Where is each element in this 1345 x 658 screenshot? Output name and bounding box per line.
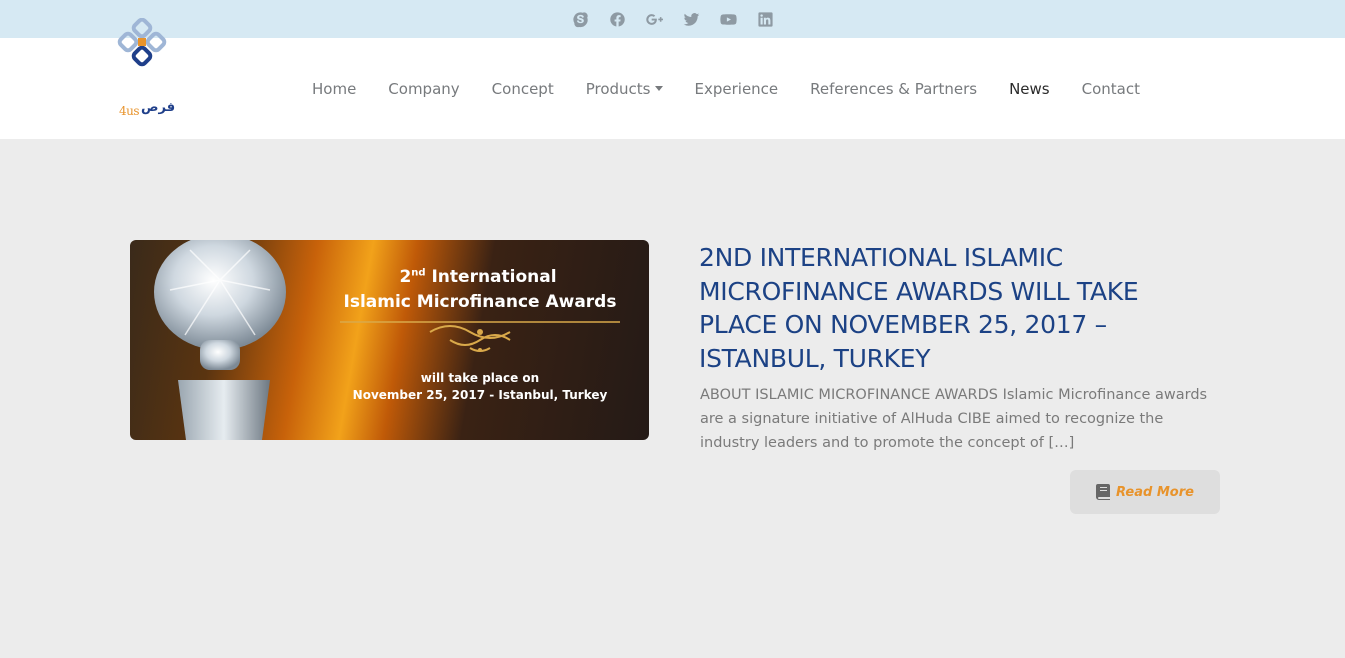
facebook-icon[interactable] <box>608 10 626 28</box>
skype-icon[interactable] <box>571 10 589 28</box>
logo-mark-icon <box>117 18 167 67</box>
google-plus-icon[interactable] <box>645 10 663 28</box>
caret-down-icon <box>654 86 663 91</box>
post-title[interactable]: 2nd International Islamic Microfinance A… <box>699 241 1219 375</box>
nav-item-experience[interactable]: Experience <box>679 80 795 98</box>
logo-text-arabic: فرص <box>141 100 176 115</box>
nav-item-products[interactable]: Products <box>570 80 679 98</box>
read-more-button[interactable]: Read More <box>1070 470 1220 514</box>
twitter-icon[interactable] <box>682 10 700 28</box>
main-nav: Home Company Concept Products Experience… <box>296 38 1156 139</box>
nav-item-references-partners[interactable]: References & Partners <box>794 80 993 98</box>
logo-text-latin: 4us <box>119 104 140 118</box>
post-excerpt: ABOUT ISLAMIC MICROFINANCE AWARDS Islami… <box>700 387 1208 451</box>
nav-item-products-label: Products <box>585 79 651 98</box>
nav-item-contact[interactable]: Contact <box>1066 80 1156 98</box>
post-featured-image[interactable]: 2nd International Islamic Microfinance A… <box>130 240 649 440</box>
banner-title-line-1: 2nd International <box>328 267 628 287</box>
social-bar <box>0 0 1345 38</box>
banner-title-number: 2 <box>399 267 412 287</box>
banner-subtitle-line-2: November 25, 2017 - Istanbul, Turkey <box>352 388 608 402</box>
read-more-label: Read More <box>1116 484 1194 500</box>
nav-item-home[interactable]: Home <box>296 80 372 98</box>
banner-title-line-2: Islamic Microfinance Awards <box>343 292 617 312</box>
nav-item-concept[interactable]: Concept <box>476 80 570 98</box>
nav-item-company[interactable]: Company <box>372 80 475 98</box>
nav-item-news[interactable]: News <box>993 80 1066 98</box>
book-icon <box>1096 484 1111 500</box>
banner-subtitle-line-1: will take place on <box>420 371 540 385</box>
linkedin-icon[interactable] <box>756 10 774 28</box>
youtube-icon[interactable] <box>719 10 737 28</box>
banner-title-sup: nd <box>411 267 426 279</box>
banner-title-rest: International <box>425 267 557 287</box>
